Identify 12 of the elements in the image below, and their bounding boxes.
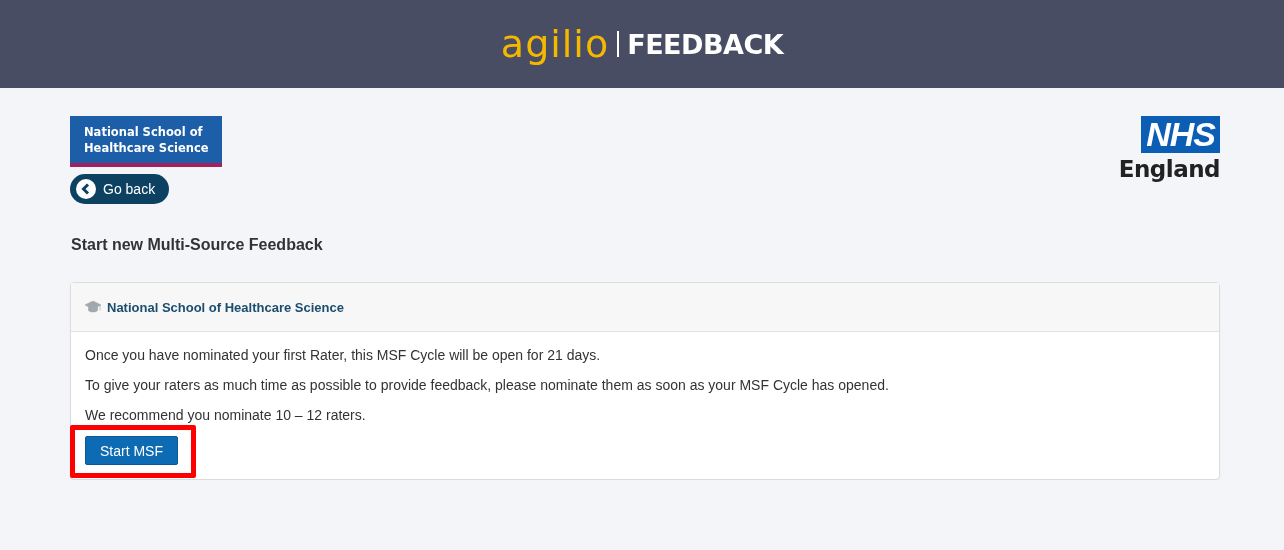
body-text: We recommend you nominate 10 – 12 raters. (85, 408, 367, 423)
school-logo: National School of Healthcare Science (70, 116, 222, 167)
body-text: To give your raters as much time as possible to provide feedback, please nominate them as soon as your MSF Cycle has opened. (85, 378, 890, 393)
nhs-logo: NHS (1141, 116, 1220, 153)
body-text: Once you have nominated your first Rater, this MSF Cycle will be open for 21 days. (85, 348, 602, 363)
go-back-button[interactable]: Go back (70, 174, 170, 204)
product-name: FEEDBACK (627, 28, 784, 60)
region-name: England (1118, 156, 1220, 182)
start-msf-button[interactable]: Start MSF (85, 436, 178, 465)
card-title: National School of Healthcare Science (107, 299, 344, 315)
brand-logo: agilio (500, 25, 610, 63)
page-title: Start new Multi-Source Feedback (71, 236, 324, 254)
